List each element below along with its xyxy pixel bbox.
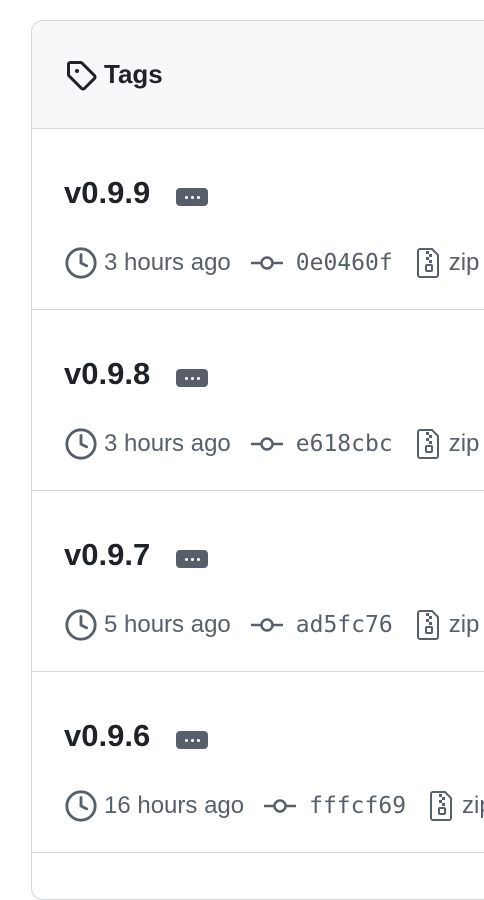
dot bbox=[196, 557, 200, 561]
file-zip-icon bbox=[416, 428, 441, 460]
tag-row: v0.9.6 16 hours ago fffcf69 zip bbox=[32, 672, 484, 853]
clock-icon bbox=[64, 789, 98, 823]
tags-box: Tags v0.9.9 3 hours ago 0e0460f zip v0.9… bbox=[31, 20, 484, 900]
tag-time: 3 hours ago bbox=[104, 430, 231, 457]
dot bbox=[184, 376, 188, 380]
commit-icon bbox=[250, 434, 283, 454]
commit-icon bbox=[250, 615, 283, 635]
tag-name-link[interactable]: v0.9.6 bbox=[64, 716, 150, 756]
tag-time: 16 hours ago bbox=[104, 792, 245, 819]
dot bbox=[190, 738, 194, 742]
more-button[interactable] bbox=[176, 731, 209, 749]
more-button[interactable] bbox=[176, 550, 209, 568]
file-zip-icon bbox=[430, 790, 454, 822]
more-button[interactable] bbox=[176, 188, 209, 206]
dot bbox=[184, 738, 188, 742]
dot bbox=[190, 557, 194, 561]
dot bbox=[184, 195, 188, 199]
tag-row: v0.9.9 3 hours ago 0e0460f zip bbox=[32, 129, 484, 310]
zip-download-link[interactable]: zip bbox=[449, 611, 480, 639]
dot bbox=[196, 738, 200, 742]
tag-name-link[interactable]: v0.9.9 bbox=[64, 173, 150, 213]
dot bbox=[190, 195, 194, 199]
dot bbox=[184, 557, 188, 561]
dot bbox=[196, 195, 200, 199]
zip-download-link[interactable]: zip bbox=[449, 249, 480, 277]
page-title: Tags bbox=[104, 59, 163, 89]
commit-icon bbox=[250, 253, 283, 273]
tag-icon bbox=[65, 59, 97, 91]
tag-name-link[interactable]: v0.9.8 bbox=[64, 354, 150, 394]
tag-time: 3 hours ago bbox=[104, 249, 231, 276]
more-button[interactable] bbox=[176, 369, 209, 387]
clock-icon bbox=[64, 608, 98, 642]
file-zip-icon bbox=[416, 609, 441, 641]
clock-icon bbox=[64, 246, 98, 280]
tag-name-link[interactable]: v0.9.7 bbox=[64, 535, 150, 575]
dot bbox=[190, 376, 194, 380]
tags-header: Tags bbox=[32, 21, 484, 129]
commit-sha-link[interactable]: e618cbc bbox=[296, 431, 393, 457]
tag-row: v0.9.7 5 hours ago ad5fc76 zip bbox=[32, 491, 484, 672]
file-zip-icon bbox=[416, 247, 441, 279]
clock-icon bbox=[64, 427, 98, 461]
zip-download-link[interactable]: zip bbox=[449, 430, 480, 458]
commit-icon bbox=[264, 796, 297, 816]
tag-time: 5 hours ago bbox=[104, 611, 231, 638]
tag-row: v0.9.8 3 hours ago e618cbc zip bbox=[32, 310, 484, 491]
dot bbox=[196, 376, 200, 380]
commit-sha-link[interactable]: ad5fc76 bbox=[296, 612, 393, 638]
commit-sha-link[interactable]: 0e0460f bbox=[296, 250, 393, 276]
commit-sha-link[interactable]: fffcf69 bbox=[309, 793, 406, 819]
zip-download-link[interactable]: zip bbox=[462, 792, 484, 820]
